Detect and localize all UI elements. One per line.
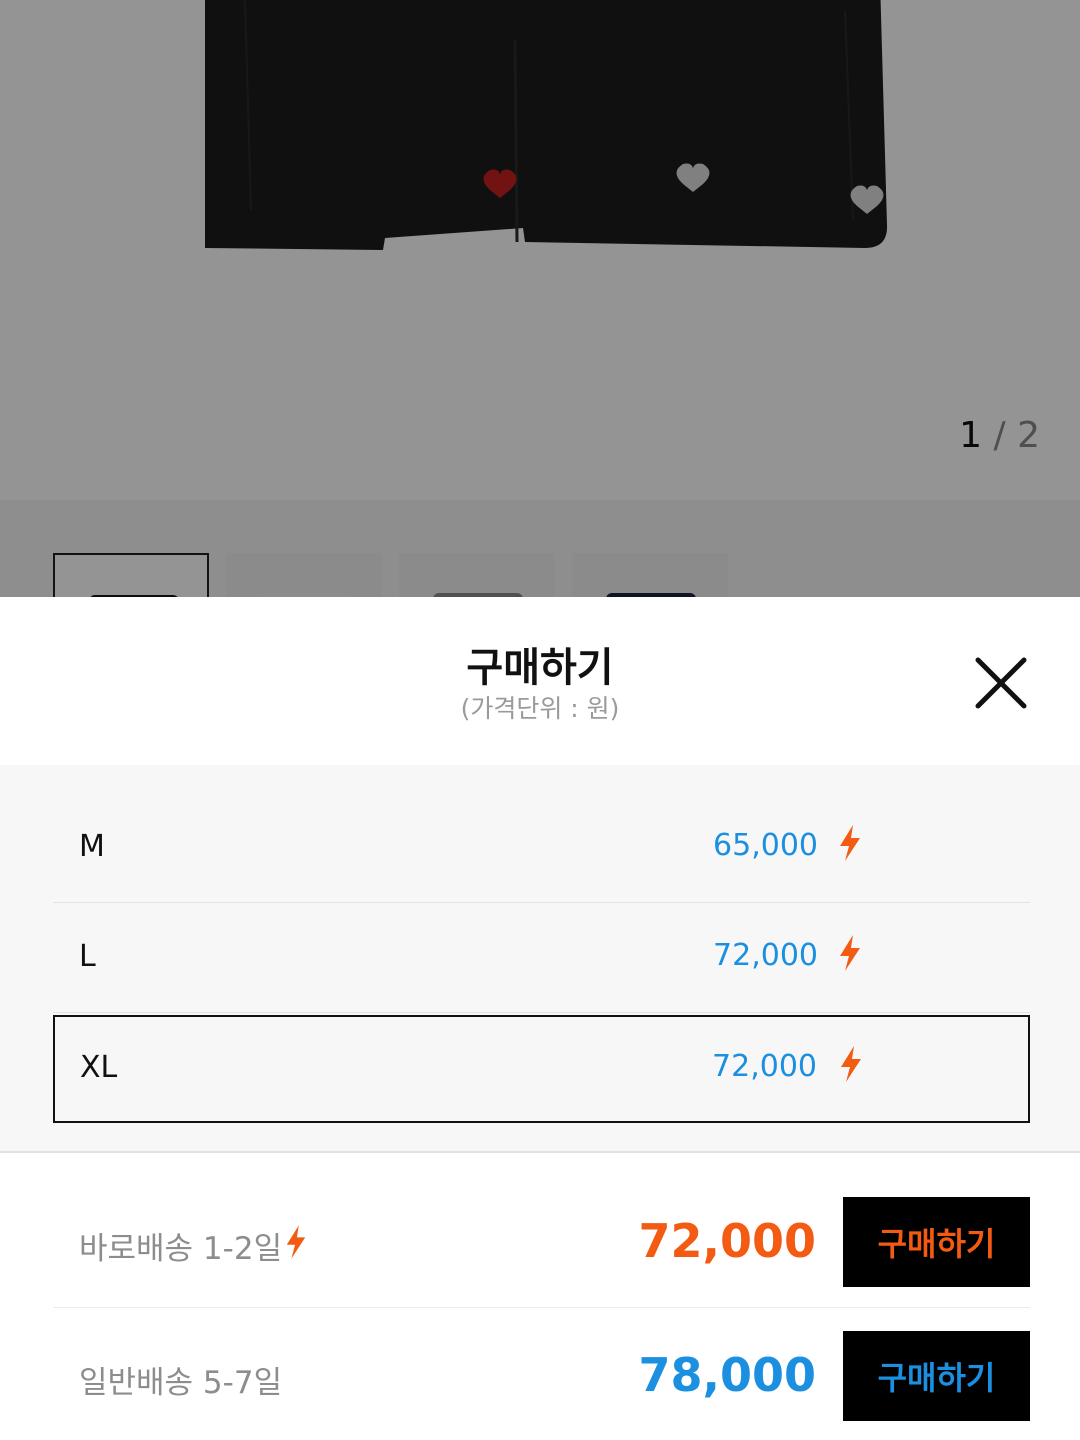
normal-shipping-row: 일반배송 5-7일 78,000 구매하기	[53, 1331, 1030, 1421]
size-option-m[interactable]: M 65,000	[53, 795, 1030, 903]
size-label: L	[79, 939, 96, 974]
size-price: 65,000	[713, 828, 818, 863]
shipping-divider	[53, 1307, 1030, 1308]
price-unit-note: (가격단위 : 원)	[460, 694, 620, 723]
lightning-icon	[840, 825, 860, 861]
lightning-icon	[840, 935, 860, 971]
size-option-list: M 65,000 L 72,000 XL 72,000	[0, 765, 1080, 1153]
lightning-icon	[841, 1046, 861, 1082]
modal-backdrop[interactable]	[0, 0, 1080, 597]
size-option-xl[interactable]: XL 72,000	[53, 1015, 1030, 1123]
size-label: M	[79, 829, 105, 864]
size-price: 72,000	[712, 1049, 817, 1084]
size-option-l[interactable]: L 72,000	[53, 905, 1030, 1013]
fast-buy-button[interactable]: 구매하기	[843, 1197, 1030, 1287]
purchase-sheet: 구매하기 (가격단위 : 원) M 65,000 L 72,000 XL 72,…	[0, 597, 1080, 1440]
fast-shipping-label: 바로배송 1-2일	[79, 1231, 283, 1267]
close-icon[interactable]	[970, 652, 1032, 714]
size-label: XL	[80, 1050, 118, 1085]
sheet-title: 구매하기	[466, 645, 614, 691]
size-price: 72,000	[713, 938, 818, 973]
normal-shipping-label: 일반배송 5-7일	[79, 1365, 283, 1401]
fast-shipping-row: 바로배송 1-2일 72,000 구매하기	[53, 1197, 1030, 1287]
lightning-icon	[286, 1225, 306, 1259]
normal-shipping-price: 78,000	[638, 1348, 816, 1402]
normal-buy-button[interactable]: 구매하기	[843, 1331, 1030, 1421]
fast-shipping-price: 72,000	[638, 1214, 816, 1268]
